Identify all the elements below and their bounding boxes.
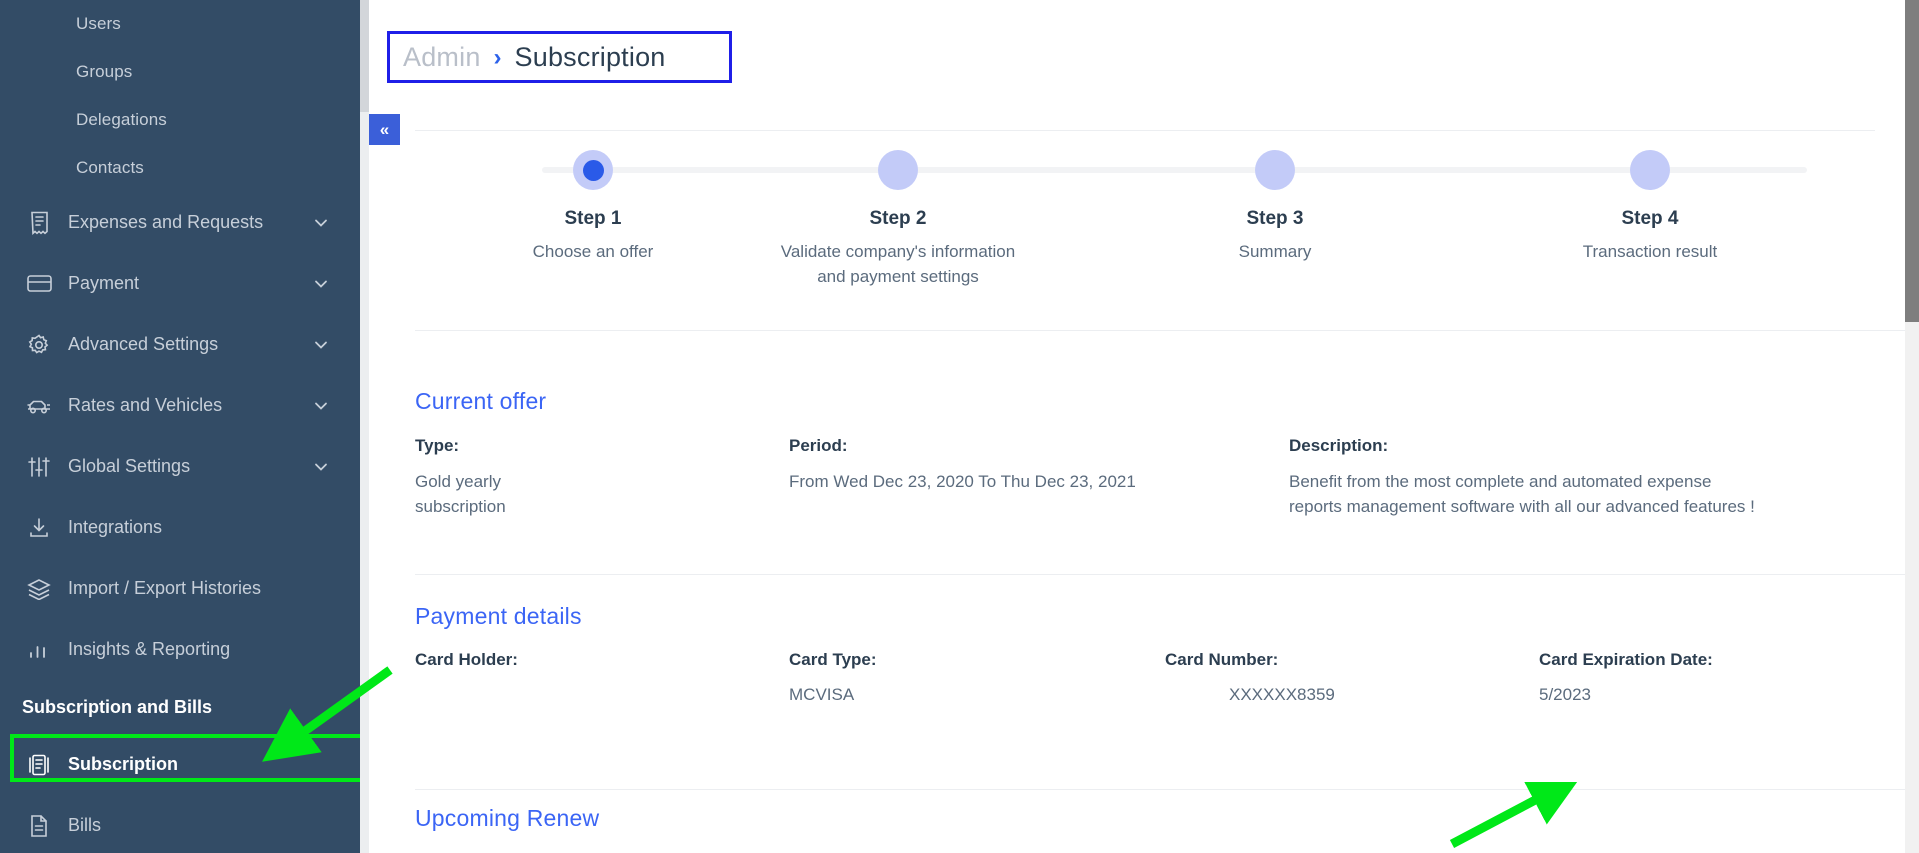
current-offer-title: Current offer xyxy=(415,388,546,415)
sidebar-item-expenses-and-requests[interactable]: Expenses and Requests xyxy=(0,192,369,253)
chevron-down-icon[interactable] xyxy=(313,215,329,231)
sidebar-scroll-thumb[interactable] xyxy=(360,0,369,112)
divider-payment-bottom xyxy=(415,789,1919,790)
sidebar-item-label: Users xyxy=(76,14,121,34)
field-label-card-expiration-date: Card Expiration Date: xyxy=(1539,650,1713,670)
sliders-icon xyxy=(22,454,56,480)
upcoming-renew-title: Upcoming Renew xyxy=(415,805,599,832)
sidebar-item-label: Groups xyxy=(76,62,132,82)
sidebar-scroll-track[interactable] xyxy=(360,0,369,853)
subscription-stepper: Step 1 Choose an offer Step 2 Validate c… xyxy=(415,135,1875,260)
step-indicator-circle xyxy=(1255,150,1295,190)
breadcrumb-separator-icon: › xyxy=(494,44,502,72)
divider-stepper-bottom xyxy=(415,330,1919,331)
collapse-sidebar-button[interactable]: « xyxy=(369,114,400,145)
sidebar-item-label: Expenses and Requests xyxy=(68,212,263,233)
sidebar-item-advanced-settings[interactable]: Advanced Settings xyxy=(0,314,369,375)
vertical-scrollbar[interactable] xyxy=(1905,0,1919,853)
sidebar-item-bills[interactable]: Bills xyxy=(0,795,369,853)
layers-icon xyxy=(22,576,56,602)
chevron-down-icon[interactable] xyxy=(313,337,329,353)
receipt-icon xyxy=(22,210,56,236)
field-value-card-holder xyxy=(415,683,635,708)
sidebar-item-payment[interactable]: Payment xyxy=(0,253,369,314)
sidebar-item-import-export-histories[interactable]: Import / Export Histories xyxy=(0,558,369,619)
sidebar-item-delegations[interactable]: Delegations xyxy=(0,96,369,144)
step-name: Step 2 xyxy=(773,208,1023,230)
step-name: Step 1 xyxy=(468,208,718,230)
sidebar-item-label: Subscription xyxy=(68,754,178,775)
sidebar-item-rates-and-vehicles[interactable]: Rates and Vehicles xyxy=(0,375,369,436)
sidebar-item-label: Bills xyxy=(68,815,101,836)
file-icon xyxy=(22,813,56,839)
download-icon xyxy=(22,515,56,541)
gear-icon xyxy=(22,332,56,358)
app-window: Users Groups Delegations Contacts Expens… xyxy=(0,0,1919,853)
step-indicator-circle xyxy=(1630,150,1670,190)
field-value-card-type: MCVISA xyxy=(789,683,854,708)
sidebar-item-label: Import / Export Histories xyxy=(68,578,261,599)
sidebar-item-label: Insights & Reporting xyxy=(68,639,230,660)
sidebar-item-label: Payment xyxy=(68,273,139,294)
stepper-step-1[interactable]: Step 1 Choose an offer xyxy=(468,135,718,265)
step-name: Step 4 xyxy=(1525,208,1775,230)
step-name: Step 3 xyxy=(1150,208,1400,230)
step-description: Transaction result xyxy=(1525,240,1775,265)
stepper-step-3[interactable]: Step 3 Summary xyxy=(1150,135,1400,265)
chevron-down-icon[interactable] xyxy=(313,276,329,292)
credit-card-icon xyxy=(22,271,56,297)
chevron-down-icon[interactable] xyxy=(313,459,329,475)
chevron-down-icon[interactable] xyxy=(313,398,329,414)
sidebar-item-subscription[interactable]: Subscription xyxy=(0,734,369,795)
car-icon xyxy=(22,393,56,419)
field-value-period: From Wed Dec 23, 2020 To Thu Dec 23, 202… xyxy=(789,470,1259,495)
field-label-description: Description: xyxy=(1289,436,1388,456)
step-indicator-circle xyxy=(878,150,918,190)
divider-top xyxy=(415,130,1875,131)
sidebar-section-header: Subscription and Bills xyxy=(0,680,369,734)
sidebar-item-groups[interactable]: Groups xyxy=(0,48,369,96)
sidebar-item-label: Advanced Settings xyxy=(68,334,218,355)
subscription-doc-icon xyxy=(22,752,56,778)
divider-offer-bottom xyxy=(415,574,1919,575)
vertical-scrollbar-thumb[interactable] xyxy=(1905,0,1919,322)
sidebar-item-integrations[interactable]: Integrations xyxy=(0,497,369,558)
field-label-type: Type: xyxy=(415,436,459,456)
field-value-description: Benefit from the most complete and autom… xyxy=(1289,470,1764,519)
step-description: Choose an offer xyxy=(468,240,718,265)
stepper-step-2[interactable]: Step 2 Validate company's information an… xyxy=(773,135,1023,289)
sidebar-item-label: Contacts xyxy=(76,158,144,178)
breadcrumb: Admin › Subscription xyxy=(389,33,680,84)
field-label-period: Period: xyxy=(789,436,848,456)
sidebar-item-label: Global Settings xyxy=(68,456,190,477)
main-content: Admin › Subscription « Step 1 Choose an … xyxy=(369,0,1919,853)
field-label-card-holder: Card Holder: xyxy=(415,650,518,670)
step-description: Summary xyxy=(1150,240,1400,265)
field-label-card-type: Card Type: xyxy=(789,650,877,670)
sidebar-navigation: Users Groups Delegations Contacts Expens… xyxy=(0,0,369,853)
sidebar-item-label: Delegations xyxy=(76,110,167,130)
bar-chart-icon xyxy=(22,637,56,663)
field-label-card-number: Card Number: xyxy=(1165,650,1278,670)
sidebar-item-label: Rates and Vehicles xyxy=(68,395,222,416)
payment-details-title: Payment details xyxy=(415,603,582,630)
sidebar-item-contacts[interactable]: Contacts xyxy=(0,144,369,192)
sidebar-item-label: Integrations xyxy=(68,517,162,538)
field-value-card-expiration-date: 5/2023 xyxy=(1539,683,1591,708)
stepper-step-4[interactable]: Step 4 Transaction result xyxy=(1525,135,1775,265)
sidebar-item-insights-and-reporting[interactable]: Insights & Reporting xyxy=(0,619,369,680)
field-value-card-number: XXXXXX8359 xyxy=(1229,683,1335,708)
sidebar-item-global-settings[interactable]: Global Settings xyxy=(0,436,369,497)
step-description: Validate company's information and payme… xyxy=(773,240,1023,289)
breadcrumb-current-subscription: Subscription xyxy=(515,42,666,73)
step-indicator-circle xyxy=(573,150,613,190)
breadcrumb-parent-admin[interactable]: Admin xyxy=(403,42,481,73)
sidebar-item-users[interactable]: Users xyxy=(0,0,369,48)
field-value-type: Gold yearly subscription xyxy=(415,470,595,519)
